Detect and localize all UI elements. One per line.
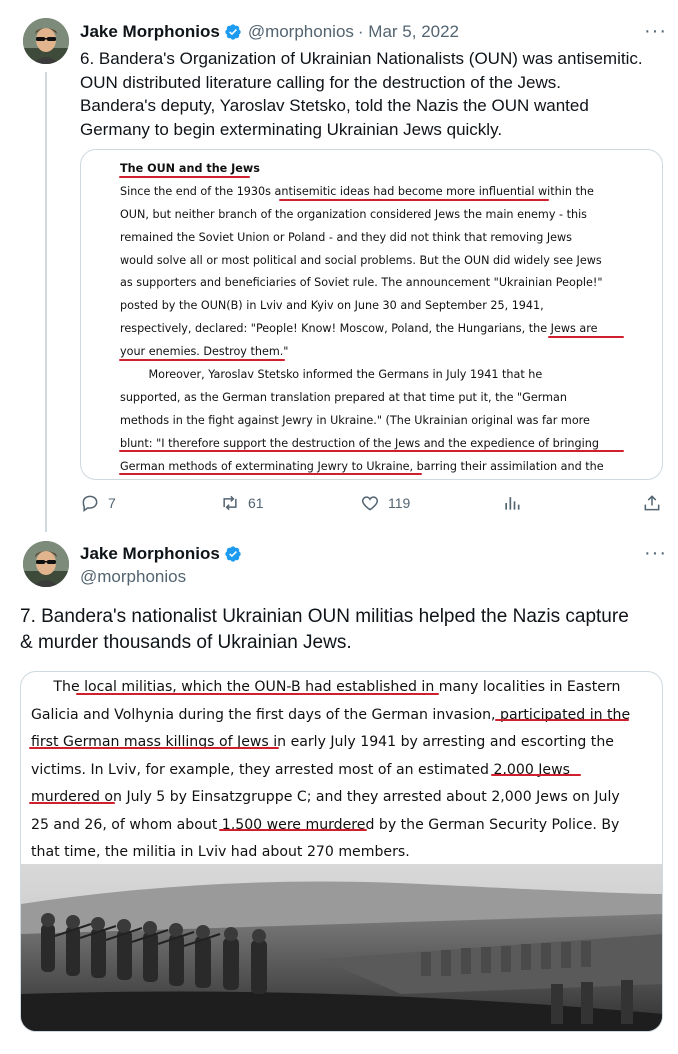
tweet-text-line: Germany to begin exterminating Ukrainian…: [80, 119, 503, 139]
more-options-icon[interactable]: ···: [644, 21, 667, 41]
red-underline: [29, 747, 279, 749]
retweet-button[interactable]: 61: [220, 493, 264, 513]
document-excerpt: The OUN and the Jews Since the end of th…: [120, 158, 640, 478]
retweet-icon: [223, 495, 237, 511]
historical-photo: [21, 864, 662, 1031]
verified-badge-icon: [225, 546, 241, 562]
red-underline: [279, 199, 549, 201]
document-line: 25 and 26, of whom about 1,500 were murd…: [31, 816, 620, 833]
tweet-image[interactable]: The OUN and the Jews Since the end of th…: [80, 149, 663, 480]
tweet-text-line: 7. Bandera's nationalist Ukrainian OUN m…: [20, 606, 629, 627]
document-excerpt: The local militias, which the OUN-B had …: [31, 674, 659, 867]
share-button[interactable]: [642, 493, 662, 513]
red-underline: [119, 359, 285, 361]
tweet-actions: 7 61 119: [80, 493, 670, 515]
reply-button[interactable]: 7: [80, 493, 116, 513]
document-line: German methods of exterminating Jewry to…: [120, 459, 604, 473]
document-line: methods in the fight against Jewry in Uk…: [120, 413, 590, 427]
like-count: 119: [388, 495, 411, 511]
reply-count: 7: [108, 495, 116, 511]
tweet-header: Jake Morphonios: [80, 544, 242, 564]
author-name[interactable]: Jake Morphonios: [80, 22, 220, 42]
red-underline: [495, 719, 629, 721]
tweet-text-line: & murder thousands of Ukrainian Jews.: [20, 632, 352, 653]
red-underline: [119, 450, 624, 452]
reply-icon: [82, 495, 98, 512]
document-line: as supporters and beneficiaries of Sovie…: [120, 276, 603, 290]
views-icon: [505, 497, 520, 510]
red-underline: [29, 802, 115, 804]
tweet-text-line: 6. Bandera's Organization of Ukrainian N…: [80, 49, 643, 68]
tweet-text-line: OUN distributed literature calling for t…: [80, 72, 561, 92]
red-underline: [119, 176, 250, 178]
document-line: would solve all or most political and so…: [120, 253, 602, 267]
red-underline: [548, 336, 624, 338]
document-line: that time, the militia in Lviv had about…: [31, 844, 410, 860]
verified-badge-icon: [225, 24, 241, 40]
thread-connector: [45, 72, 47, 532]
author-handle[interactable]: @morphonios: [248, 22, 354, 42]
document-line: victims. In Lviv, for example, they arre…: [31, 761, 570, 778]
red-underline: [76, 693, 439, 695]
avatar[interactable]: [23, 18, 69, 64]
red-underline: [219, 829, 367, 831]
document-line: blunt: "I therefore support the destruct…: [120, 436, 599, 450]
red-underline: [491, 774, 581, 776]
retweet-count: 61: [248, 495, 264, 511]
views-button[interactable]: [502, 493, 522, 513]
tweet-header: Jake Morphonios @morphonios · Mar 5, 202…: [80, 22, 459, 42]
tweet-text-line: Bandera's deputy, Yaroslav Stetsko, told…: [80, 96, 589, 115]
author-name[interactable]: Jake Morphonios: [80, 544, 220, 564]
document-line: supported, as the German translation pre…: [120, 390, 567, 404]
document-line: first German mass killings of Jews in ea…: [31, 734, 614, 750]
document-line: The local militias, which the OUN-B had …: [31, 679, 621, 695]
author-handle[interactable]: @morphonios: [80, 567, 186, 587]
red-underline: [119, 473, 422, 475]
like-button[interactable]: 119: [360, 493, 410, 513]
tweet-date[interactable]: · Mar 5, 2022: [358, 22, 459, 42]
like-icon: [361, 496, 379, 511]
document-line: murdered on July 5 by Einsatzgruppe C; a…: [31, 789, 620, 805]
tweet-text: 7. Bandera's nationalist Ukrainian OUN m…: [20, 604, 670, 656]
document-line: remained the Soviet Union or Poland - an…: [120, 230, 573, 244]
handle-row: @morphonios: [80, 567, 186, 587]
more-options-icon[interactable]: ···: [644, 543, 667, 563]
document-line: OUN, but neither branch of the organizat…: [120, 207, 588, 221]
tweet-text: 6. Bandera's Organization of Ukrainian N…: [80, 47, 670, 141]
document-line: posted by the OUN(B) in Lviv and Kyiv on…: [120, 299, 544, 313]
document-line: Moreover, Yaroslav Stetsko informed the …: [120, 368, 543, 382]
avatar[interactable]: [23, 541, 69, 587]
share-icon: [644, 495, 660, 511]
tweet-image[interactable]: The local militias, which the OUN-B had …: [20, 671, 663, 1032]
document-line: Galicia and Volhynia during the first da…: [31, 706, 631, 723]
